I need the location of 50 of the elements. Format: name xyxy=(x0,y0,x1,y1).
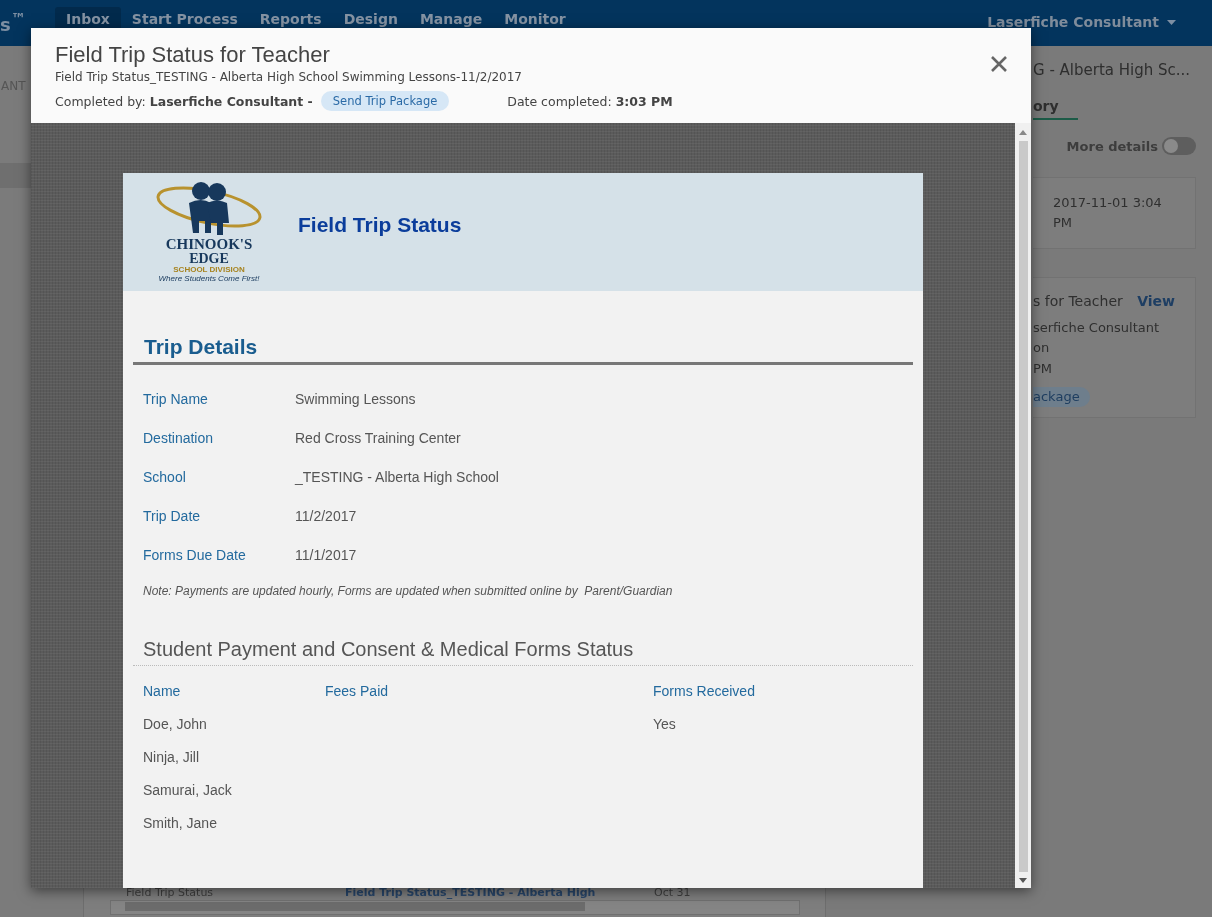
column-header: Forms Received xyxy=(653,682,756,699)
field-value: 11/1/2017 xyxy=(295,546,357,563)
field-value: 11/2/2017 xyxy=(295,507,357,524)
dialog-subtitle: Field Trip Status_TESTING - Alberta High School Swimming Lessons-11/2/2017 xyxy=(55,70,523,84)
table-cell-text: Ninja, Jill xyxy=(143,748,200,765)
column-header: Name xyxy=(143,682,182,699)
close-button[interactable] xyxy=(989,54,1009,74)
instance-title: G - Alberta High Sc... xyxy=(1033,61,1192,79)
field-label: Trip Name xyxy=(143,390,209,407)
history-tab[interactable]: ory xyxy=(1033,98,1078,120)
toggle-label: More details xyxy=(1066,138,1158,154)
logo-text: SCHOOL DIVISION xyxy=(173,264,245,274)
column-header: Fees Paid xyxy=(325,682,390,699)
date-completed-text: Date completed: 3:03 PM xyxy=(507,93,673,109)
field-label: Forms Due Date xyxy=(143,546,247,563)
table-cell-text: Yes xyxy=(653,715,677,732)
table-cell-text: Smith, Jane xyxy=(143,814,218,831)
task-title: s for Teacher xyxy=(1033,293,1123,309)
logo-tagline: Where Students Come First! xyxy=(158,273,260,284)
field-value: Red Cross Training Center xyxy=(295,429,461,446)
section-heading: Trip Details xyxy=(144,335,259,359)
note-text: Note: Payments are updated hourly, Forms are updated when submitted online by Parent/Guardian xyxy=(143,584,674,598)
table-cell-text: Samurai, Jack xyxy=(143,781,233,798)
table-heading: Student Payment and Consent & Medical Forms Status xyxy=(143,638,635,661)
logo-text: EDGE xyxy=(189,251,229,265)
form-title: Field Trip Status xyxy=(298,213,462,237)
horizontal-scrollbar[interactable] xyxy=(110,900,800,915)
completed-by-text: Completed by: Laserfiche Consultant - xyxy=(55,93,313,109)
field-value: _TESTING - Alberta High School xyxy=(295,468,499,485)
task-detail: PM xyxy=(1033,360,1054,378)
field-value: Swimming Lessons xyxy=(295,390,416,407)
field-label: School xyxy=(143,468,187,485)
scroll-down-icon[interactable] xyxy=(1019,878,1027,883)
logo-text: CHINOOK'S xyxy=(165,236,253,252)
view-link[interactable]: View xyxy=(1137,293,1175,309)
table-cell-text: Doe, John xyxy=(143,715,208,732)
caret-icon xyxy=(1167,19,1176,25)
action-pill: ackage xyxy=(1033,387,1090,407)
field-label: Destination xyxy=(143,429,215,446)
scroll-up-icon[interactable] xyxy=(1019,130,1027,135)
user-menu[interactable]: Laserfiche Consultant xyxy=(987,0,1176,46)
brand-text: s$^{™}$ xyxy=(0,9,27,37)
instance-link[interactable]: Field Trip Status_TESTING - Alberta High xyxy=(345,887,654,899)
vertical-scrollbar[interactable] xyxy=(1015,123,1031,888)
close-icon xyxy=(990,55,1008,73)
timestamp-text: 2017-11-01 3:04 PM xyxy=(1053,194,1163,232)
action-button[interactable]: Send Trip Package xyxy=(320,91,450,111)
more-details-toggle[interactable] xyxy=(1162,137,1196,155)
task-detail: serfiche Consultant on xyxy=(1033,319,1161,357)
field-label: Trip Date xyxy=(143,507,202,524)
